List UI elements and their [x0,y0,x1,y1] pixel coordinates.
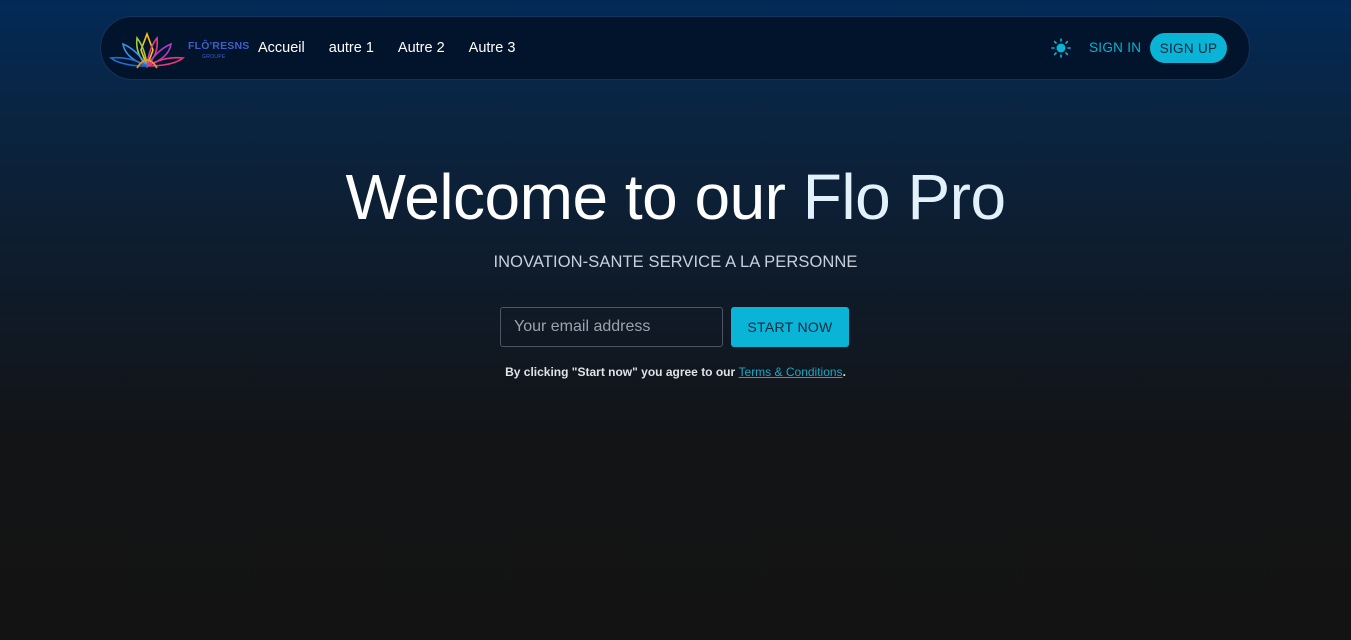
nav-link-accueil[interactable]: Accueil [258,40,305,56]
nav-link-autre-1[interactable]: autre 1 [329,40,374,56]
sign-up-button[interactable]: SIGN UP [1150,33,1227,63]
start-now-button[interactable]: START NOW [731,307,849,347]
lotus-logo-icon [108,31,186,69]
brand-text: FLÔ'RESNS GROUPE [188,40,258,60]
navbar: FLÔ'RESNS GROUPE Accueil autre 1 Autre 2… [100,16,1250,80]
nav-links: Accueil autre 1 Autre 2 Autre 3 [258,17,539,79]
brand-sub: GROUPE [202,54,226,60]
sign-in-link[interactable]: SIGN IN [1089,40,1141,55]
hero-subtitle: INOVATION-SANTE SERVICE A LA PERSONNE [493,253,858,271]
brand-name: FLÔ'RESNS [188,40,250,52]
terms-prefix: By clicking "Start now" you agree to our [505,365,739,379]
brand-logo[interactable]: FLÔ'RESNS GROUPE [107,26,249,72]
hero-title-main: Welcome to our [345,161,803,233]
nav-link-autre-2[interactable]: Autre 2 [398,40,445,56]
terms-link[interactable]: Terms & Conditions [739,365,843,379]
hero-title: Welcome to our Flo Pro [0,160,1351,234]
terms-notice: By clicking "Start now" you agree to our… [0,365,1351,379]
terms-suffix: . [842,365,846,379]
sun-icon[interactable] [1051,38,1071,58]
hero-title-accent: Flo Pro [802,161,1006,233]
email-input[interactable] [500,307,723,347]
nav-link-autre-3[interactable]: Autre 3 [469,40,516,56]
